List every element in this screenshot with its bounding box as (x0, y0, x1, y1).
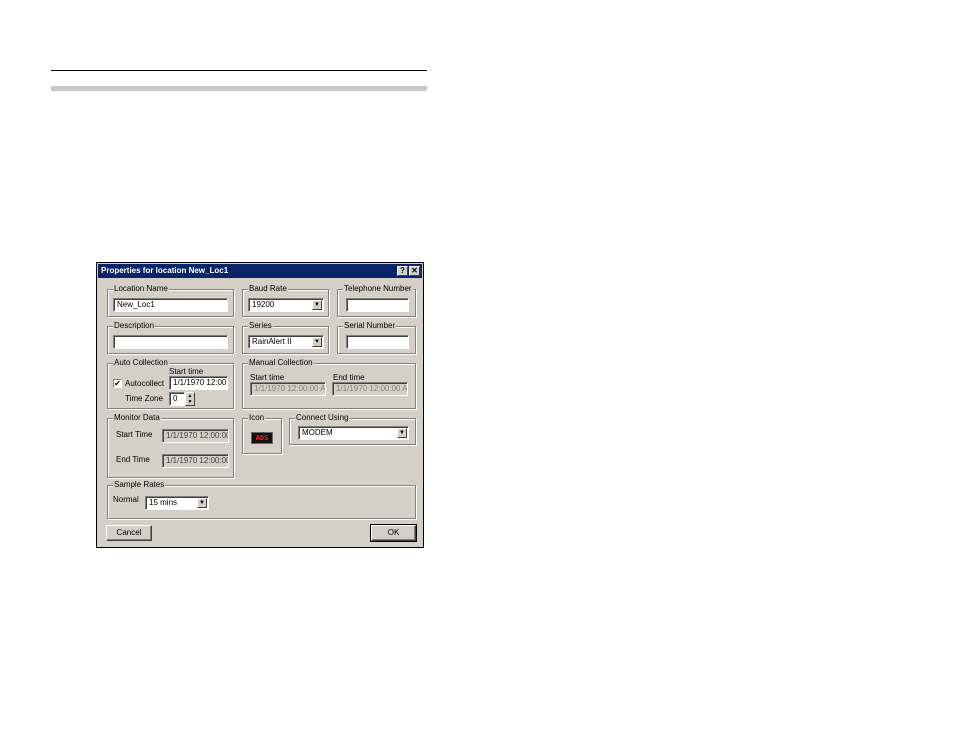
properties-dialog: Properties for location New_Loc1 ? ✕ Loc… (96, 262, 424, 548)
serial-number-group: Serial Number (337, 321, 416, 354)
connect-using-label: Connect Using (295, 413, 350, 423)
baud-rate-label: Baud Rate (248, 284, 288, 294)
icon-group: Icon ADS (242, 413, 282, 454)
connect-using-value: MODEM (302, 428, 333, 437)
telephone-input[interactable] (346, 298, 409, 312)
cancel-button[interactable]: Cancel (106, 525, 152, 541)
normal-rate-value: 15 mins (149, 498, 178, 507)
normal-rate-select[interactable]: 15 mins ▼ (145, 496, 209, 510)
ads-logo-icon[interactable]: ADS (251, 432, 273, 444)
time-zone-spinner[interactable]: ▲ ▼ (185, 392, 195, 406)
auto-start-time-input[interactable]: 1/1/1970 12:00 (169, 376, 228, 390)
manual-collection-group: Manual Collection Start time End time 1/… (242, 358, 416, 409)
autocollect-checkbox[interactable]: ✔ (113, 379, 122, 388)
dialog-titlebar: Properties for location New_Loc1 ? ✕ (98, 264, 422, 278)
chevron-down-icon[interactable]: ▼ (197, 498, 207, 508)
serial-number-input[interactable] (346, 335, 409, 349)
baud-rate-value: 19200 (252, 300, 275, 309)
monitor-end-time-label: End Time (116, 455, 150, 464)
chevron-down-icon[interactable]: ▼ (312, 300, 322, 310)
auto-collection-label: Auto Collection (113, 358, 169, 368)
spin-down-icon[interactable]: ▼ (186, 399, 194, 405)
telephone-group: Telephone Number (337, 284, 416, 317)
page-rule-top (51, 70, 427, 71)
auto-collection-group: Auto Collection Start time ✔ Autocollect… (107, 358, 234, 409)
location-name-label: Location Name (113, 284, 169, 294)
monitor-start-time-label: Start Time (116, 430, 153, 439)
series-label: Series (248, 321, 273, 331)
telephone-label: Telephone Number (343, 284, 413, 294)
time-zone-label: Time Zone (125, 394, 163, 403)
manual-end-time-field: 1/1/1970 12:00:00 A (332, 382, 408, 396)
connect-using-group: Connect Using MODEM ▼ (289, 413, 416, 445)
series-value: RainAlert II (252, 337, 292, 346)
sample-rates-label: Sample Rates (113, 480, 166, 490)
serial-number-label: Serial Number (343, 321, 397, 331)
location-name-group: Location Name New_Loc1 (107, 284, 234, 317)
ok-button[interactable]: OK (370, 524, 417, 542)
help-button[interactable]: ? (397, 266, 408, 276)
dialog-title: Properties for location New_Loc1 (101, 266, 229, 275)
monitor-start-time-field: 1/1/1970 12:00:00 (162, 429, 229, 443)
location-name-input[interactable]: New_Loc1 (113, 298, 228, 312)
series-select[interactable]: RainAlert II ▼ (248, 335, 324, 349)
manual-collection-label: Manual Collection (248, 358, 314, 368)
monitor-data-label: Monitor Data (113, 413, 161, 423)
page-rule-gray (51, 86, 427, 91)
sample-rates-group: Sample Rates Normal 15 mins ▼ (107, 480, 416, 519)
baud-rate-select[interactable]: 19200 ▼ (248, 298, 324, 312)
time-zone-input[interactable]: 0 (169, 392, 185, 406)
manual-start-time-field: 1/1/1970 12:00:00 A (250, 382, 326, 396)
icon-group-label: Icon (248, 413, 266, 423)
baud-rate-group: Baud Rate 19200 ▼ (242, 284, 329, 317)
series-group: Series RainAlert II ▼ (242, 321, 329, 354)
chevron-down-icon[interactable]: ▼ (312, 337, 322, 347)
autocollect-label: Autocollect (125, 379, 165, 388)
connect-using-select[interactable]: MODEM ▼ (298, 426, 409, 440)
description-input[interactable] (113, 335, 228, 349)
chevron-down-icon[interactable]: ▼ (397, 428, 407, 438)
normal-rate-label: Normal (113, 495, 139, 504)
description-label: Description (113, 321, 156, 331)
description-group: Description (107, 321, 234, 354)
monitor-end-time-field: 1/1/1970 12:00:00 (162, 454, 229, 468)
monitor-data-group: Monitor Data Start Time 1/1/1970 12:00:0… (107, 413, 234, 478)
close-button[interactable]: ✕ (409, 266, 420, 276)
